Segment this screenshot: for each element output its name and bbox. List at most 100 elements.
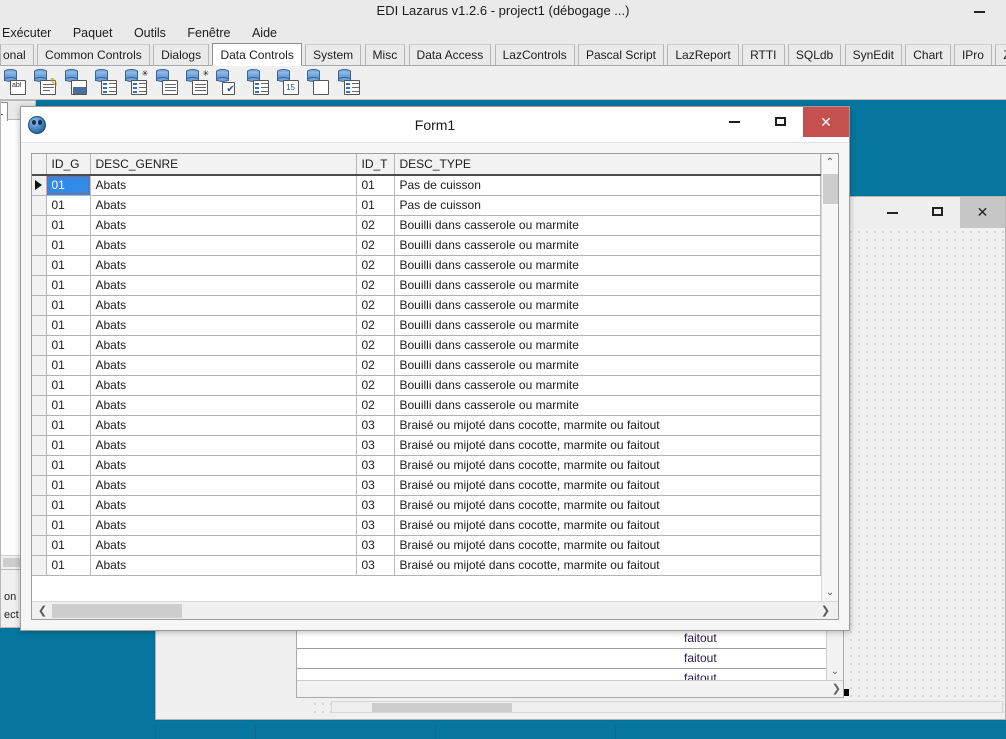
tab-synedit[interactable]: SynEdit [844,44,902,65]
dbgrid-vscrollbar[interactable]: ⌃ ⌄ [821,154,838,601]
table-row[interactable]: 01 Abats 03 Braisé ou mijoté dans cocotte, … [32,415,821,436]
cell-id-t[interactable]: 03 [356,455,395,476]
table-row[interactable]: 01 Abats 02 Bouilli dans casserole ou marmi… [32,335,821,356]
cell-id-t[interactable]: 03 [356,495,395,516]
cell-id-t[interactable]: 03 [356,515,395,536]
dbimage-icon[interactable] [63,69,89,96]
designer-grid-row[interactable]: faitout [297,649,843,669]
table-row[interactable]: 01 Abats 02 Bouilli dans casserole ou marmi… [32,315,821,336]
cell-desc-genre[interactable]: Abats [90,555,357,576]
dbgroupbox-icon[interactable] [305,69,331,96]
source-editor-tab[interactable]: t1 [1,102,9,121]
tab-sqldb[interactable]: SQLdb [787,44,842,65]
cell-desc-type[interactable]: Braisé ou mijoté dans cocotte, marmite o… [394,495,821,516]
cell-desc-genre[interactable]: Abats [90,515,357,536]
tab-common-controls[interactable]: Common Controls [37,44,150,65]
table-row[interactable]: 01 Abats 03 Braisé ou mijoté dans cocotte, … [32,455,821,476]
cell-id-g[interactable]: 01 [46,315,91,336]
tab-zeos-access[interactable]: Zeos Access [995,44,1006,65]
row-indicator-cell[interactable] [32,235,47,256]
cell-desc-type[interactable]: Braisé ou mijoté dans cocotte, marmite o… [394,415,821,436]
designer-hscrollbar[interactable] [331,701,1003,713]
tab-chart[interactable]: Chart [905,44,951,65]
cell-id-g[interactable]: 01 [46,475,91,496]
tab-lazcontrols[interactable]: LazControls [494,44,575,65]
dbmemo-icon[interactable]: ✎ [32,69,59,96]
cell-desc-type[interactable]: Bouilli dans casserole ou marmite [394,335,821,356]
cell-id-g[interactable]: 01 [46,535,91,556]
cell-id-g[interactable]: 01 [46,455,91,476]
scrollbar-thumb[interactable] [372,703,512,712]
cell-desc-genre[interactable]: Abats [90,275,357,296]
scroll-up-icon[interactable]: ⌃ [822,154,838,171]
tab-pascal-script[interactable]: Pascal Script [577,44,664,65]
cell-desc-type[interactable]: Bouilli dans casserole ou marmite [394,235,821,256]
cell-id-g[interactable]: 01 [46,255,91,276]
taskbar-item-3[interactable] [435,725,615,739]
table-row[interactable]: 01 Abats 02 Bouilli dans casserole ou marmi… [32,215,821,236]
cell-desc-genre[interactable]: Abats [90,255,357,276]
menu-item-aide[interactable]: Aide [243,22,286,44]
cell-desc-type[interactable]: Braisé ou mijoté dans cocotte, marmite o… [394,535,821,556]
scrollbar-thumb[interactable] [52,604,182,618]
row-indicator-cell[interactable] [32,335,47,356]
cell-id-t[interactable]: 03 [356,435,395,456]
cell-id-t[interactable]: 02 [356,355,395,376]
cell-desc-type[interactable]: Pas de cuisson [394,195,821,216]
menu-item-paquet[interactable]: Paquet [64,22,122,44]
row-indicator-cell[interactable] [32,415,47,436]
table-row[interactable]: 01 Abats 03 Braisé ou mijoté dans cocotte, … [32,495,821,516]
cell-desc-type[interactable]: Braisé ou mijoté dans cocotte, marmite o… [394,455,821,476]
row-indicator-cell[interactable] [32,455,47,476]
scroll-right-icon[interactable]: ❯ [832,681,841,698]
row-indicator-cell[interactable] [32,315,47,336]
cell-id-t[interactable]: 02 [356,295,395,316]
cell-desc-genre[interactable]: Abats [90,335,357,356]
row-indicator-cell[interactable] [32,215,47,236]
cell-desc-type[interactable]: Bouilli dans casserole ou marmite [394,275,821,296]
cell-desc-genre[interactable]: Abats [90,355,357,376]
table-row[interactable]: 01 Abats 03 Braisé ou mijoté dans cocotte, … [32,515,821,536]
tab-system[interactable]: System [305,44,362,65]
form1-maximize-button[interactable] [757,107,803,137]
cell-desc-type[interactable]: Bouilli dans casserole ou marmite [394,355,821,376]
cell-desc-type[interactable]: Bouilli dans casserole ou marmite [394,315,821,336]
row-indicator-cell[interactable] [32,535,47,556]
cell-desc-genre[interactable]: Abats [90,535,357,556]
dblookupcombobox-icon[interactable]: ✳ [184,69,210,96]
column-header-desc-genre[interactable]: DESC_GENRE [90,154,357,176]
row-indicator-cell[interactable] [32,275,47,296]
cell-desc-type[interactable]: Pas de cuisson [394,175,821,196]
row-indicator-cell[interactable] [32,375,47,396]
cell-desc-type[interactable]: Braisé ou mijoté dans cocotte, marmite o… [394,435,821,456]
cell-desc-type[interactable]: Braisé ou mijoté dans cocotte, marmite o… [394,555,821,576]
dbcombobox-icon[interactable]: ✳ [123,69,149,96]
cell-id-g[interactable]: 01 [46,515,91,536]
cell-id-g[interactable]: 01 [46,555,91,576]
cell-desc-genre[interactable]: Abats [90,175,357,196]
cell-desc-genre[interactable]: Abats [90,455,357,476]
cell-id-g[interactable]: 01 [46,415,91,436]
cell-id-t[interactable]: 03 [356,555,395,576]
column-header-desc-type[interactable]: DESC_TYPE [394,154,821,176]
table-row[interactable]: 01 Abats 03 Braisé ou mijoté dans cocotte, … [32,475,821,496]
scroll-down-icon[interactable]: ⌄ [827,663,843,680]
cell-desc-genre[interactable]: Abats [90,415,357,436]
dbradiogroup-icon[interactable] [245,69,271,96]
table-row[interactable]: 01 Abats 02 Bouilli dans casserole ou marmi… [32,295,821,316]
cell-id-g[interactable]: 01 [46,235,91,256]
taskbar-item-1[interactable] [155,725,255,739]
dbgrid[interactable]: ID_G DESC_GENRE ID_T DESC_TYPE 01 Abats 01… [31,153,839,620]
designer-maximize-button[interactable] [915,197,960,228]
cell-desc-genre[interactable]: Abats [90,195,357,216]
tab-data-controls[interactable]: Data Controls [212,43,302,66]
dbcheckbox-icon[interactable]: ✔ [214,69,240,96]
scroll-left-icon[interactable]: ❮ [34,602,51,619]
row-indicator-cell[interactable] [32,555,47,576]
column-header-id-t[interactable]: ID_T [356,154,395,176]
cell-id-g[interactable]: 01 [46,495,91,516]
cell-id-g[interactable]: 01 [46,335,91,356]
cell-desc-genre[interactable]: Abats [90,215,357,236]
cell-desc-type[interactable]: Bouilli dans casserole ou marmite [394,395,821,416]
cell-desc-genre[interactable]: Abats [90,315,357,336]
